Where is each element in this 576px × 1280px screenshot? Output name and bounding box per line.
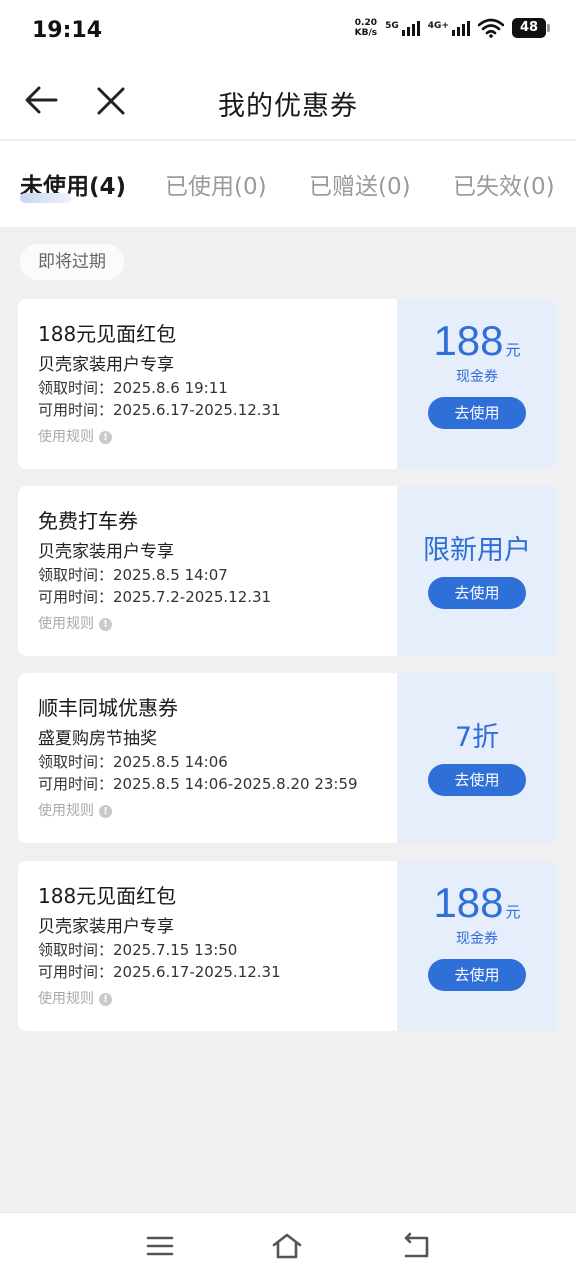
return-icon[interactable] (400, 1231, 432, 1261)
home-icon[interactable] (271, 1231, 303, 1261)
tab-gifted[interactable]: 已赠送(0) (309, 167, 411, 201)
coupon-info[interactable]: 顺丰同城优惠券 盛夏购房节抽奖 领取时间：2025.8.5 14:06 可用时间… (18, 673, 397, 843)
coupon-title: 顺丰同城优惠券 (38, 696, 178, 720)
coupon-info[interactable]: 188元见面红包 贝壳家装用户专享 领取时间：2025.7.15 13:50 可… (18, 861, 397, 1031)
coupon-tabs: 未使用(4) 已使用(0) 已赠送(0) 已失效(0) (0, 141, 576, 227)
coupon-title: 免费打车券 (38, 509, 138, 533)
coupon-subtitle: 盛夏购房节抽奖 (38, 729, 157, 749)
coupon-valid-time: 可用时间：2025.6.17-2025.12.31 (38, 401, 281, 419)
coupon-amount-unit: 元 (505, 341, 521, 359)
status-bar: 19:14 0.20 KB/s 5G 4G+ 48 (0, 0, 576, 62)
coupon-received-time: 领取时间：2025.8.6 19:11 (38, 379, 228, 397)
coupon-card: 188元见面红包 贝壳家装用户专享 领取时间：2025.8.6 19:11 可用… (18, 299, 557, 469)
coupon-rules-label: 使用规则 (38, 429, 94, 445)
coupon-rules-link[interactable]: 使用规则 ! (38, 800, 397, 822)
coupon-amount: 188 元 (397, 879, 557, 927)
coupon-card: 188元见面红包 贝壳家装用户专享 领取时间：2025.7.15 13:50 可… (18, 861, 557, 1031)
system-nav-bar (0, 1212, 576, 1280)
coupon-rules-link[interactable]: 使用规则 ! (38, 988, 397, 1010)
signal-4g-icon: 4G+ (427, 20, 470, 36)
coupon-card: 免费打车券 贝壳家装用户专享 领取时间：2025.8.5 14:07 可用时间：… (18, 486, 557, 656)
use-coupon-button[interactable]: 去使用 (428, 577, 526, 609)
expiring-soon-label: 即将过期 (20, 244, 124, 280)
coupon-card: 顺丰同城优惠券 盛夏购房节抽奖 领取时间：2025.8.5 14:06 可用时间… (18, 673, 557, 843)
menu-icon[interactable] (144, 1231, 176, 1261)
coupon-list: 即将过期 188元见面红包 贝壳家装用户专享 领取时间：2025.8.6 19:… (0, 227, 576, 1212)
coupon-received-time: 领取时间：2025.8.5 14:06 (38, 753, 228, 771)
signal-5g-icon: 5G (385, 20, 420, 36)
coupon-rules-link[interactable]: 使用规则 ! (38, 426, 397, 448)
info-icon: ! (99, 804, 112, 818)
tab-used[interactable]: 已使用(0) (165, 167, 267, 201)
coupon-info[interactable]: 188元见面红包 贝壳家装用户专享 领取时间：2025.8.6 19:11 可用… (18, 299, 397, 469)
coupon-type: 现金券 (456, 369, 498, 385)
info-icon: ! (99, 992, 112, 1006)
coupon-value-text: 7折 (454, 722, 500, 753)
net-speed-value: 0.20 (354, 18, 377, 28)
coupon-value-text: 限新用户 (423, 535, 531, 566)
coupon-rules-label: 使用规则 (38, 616, 94, 632)
active-tab-indicator (20, 193, 72, 203)
signal-5g-label: 5G (385, 20, 399, 31)
top-nav-bar: 我的优惠券 (0, 62, 576, 140)
tab-expired[interactable]: 已失效(0) (453, 167, 555, 201)
coupon-rules-label: 使用规则 (38, 991, 94, 1007)
coupon-received-time: 领取时间：2025.7.15 13:50 (38, 941, 238, 959)
wifi-icon (478, 18, 504, 38)
use-coupon-button[interactable]: 去使用 (428, 397, 526, 429)
use-coupon-button[interactable]: 去使用 (428, 959, 526, 991)
coupon-info[interactable]: 免费打车券 贝壳家装用户专享 领取时间：2025.8.5 14:07 可用时间：… (18, 486, 397, 656)
coupon-amount-number: 188 (433, 317, 504, 364)
coupon-subtitle: 贝壳家装用户专享 (38, 355, 174, 375)
use-coupon-button[interactable]: 去使用 (428, 764, 526, 796)
coupon-value-panel: 188 元 现金券 去使用 (397, 861, 557, 1031)
net-speed: 0.20 KB/s (355, 18, 377, 38)
status-time: 19:14 (32, 18, 103, 43)
coupon-valid-time: 可用时间：2025.6.17-2025.12.31 (38, 963, 281, 981)
coupon-type: 现金券 (456, 931, 498, 947)
coupon-amount-number: 188 (433, 879, 504, 926)
coupon-rules-link[interactable]: 使用规则 ! (38, 613, 397, 635)
coupon-amount: 188 元 (397, 317, 557, 365)
coupon-subtitle: 贝壳家装用户专享 (38, 917, 174, 937)
coupon-subtitle: 贝壳家装用户专享 (38, 542, 174, 562)
signal-4g-label: 4G+ (427, 20, 449, 31)
coupon-valid-time: 可用时间：2025.7.2-2025.12.31 (38, 588, 272, 606)
coupon-received-time: 领取时间：2025.8.5 14:07 (38, 566, 228, 584)
coupon-valid-time: 可用时间：2025.8.5 14:06-2025.8.20 23:59 (38, 775, 358, 793)
coupon-value-panel: 限新用户 去使用 (397, 486, 557, 656)
battery-icon: 48 (512, 18, 550, 38)
coupon-title: 188元见面红包 (38, 322, 177, 346)
status-icons: 0.20 KB/s 5G 4G+ 48 (355, 18, 550, 38)
coupon-value-panel: 7折 去使用 (397, 673, 557, 843)
coupon-rules-label: 使用规则 (38, 803, 94, 819)
coupon-value-panel: 188 元 现金券 去使用 (397, 299, 557, 469)
net-speed-unit: KB/s (354, 28, 378, 38)
info-icon: ! (99, 617, 112, 631)
coupon-title: 188元见面红包 (38, 884, 177, 908)
coupon-amount-unit: 元 (505, 903, 521, 921)
info-icon: ! (99, 430, 112, 444)
page-title: 我的优惠券 (218, 91, 358, 122)
